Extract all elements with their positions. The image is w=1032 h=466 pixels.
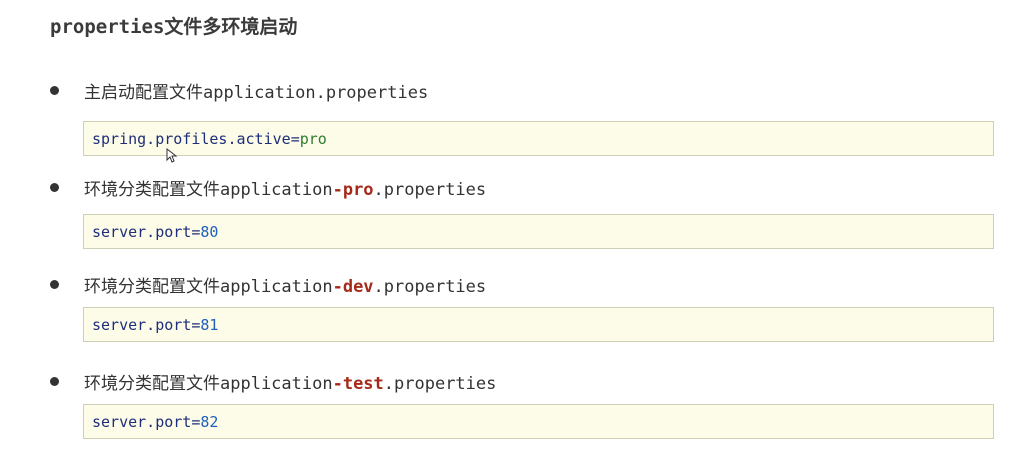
code-equals: =: [191, 222, 201, 241]
bullet-icon: [50, 85, 59, 95]
code-key: server.port: [92, 412, 192, 431]
list-item-label: 环境分类配置文件application-dev.properties: [84, 272, 486, 297]
slide: properties文件多环境启动 主启动配置文件application.pro…: [0, 0, 1032, 466]
filename-prefix: 环境分类配置文件application: [84, 179, 333, 200]
code-block-test-config: server.port = 82: [83, 404, 994, 439]
code-equals: =: [191, 315, 201, 334]
filename-suffix: .properties: [373, 276, 487, 297]
filename-env-highlight: -pro: [332, 179, 374, 200]
filename-suffix: .properties: [315, 82, 429, 103]
list-item-label: 环境分类配置文件application-test.properties: [84, 369, 496, 394]
code-key: server.port: [92, 222, 192, 241]
code-block-main-config: spring.profiles.active = pro: [83, 121, 994, 156]
code-value: 81: [200, 315, 219, 334]
list-item-label: 主启动配置文件application.properties: [84, 78, 428, 103]
code-value: 80: [200, 222, 219, 241]
filename-prefix: 环境分类配置文件application: [84, 373, 333, 394]
code-equals: =: [191, 412, 201, 431]
code-equals: =: [290, 129, 300, 148]
code-key: spring.profiles.active: [92, 129, 291, 148]
list-item-dev-config: 环境分类配置文件application-dev.properties: [50, 272, 486, 297]
bullet-icon: [50, 376, 59, 386]
list-item-pro-config: 环境分类配置文件application-pro.properties: [50, 175, 486, 200]
code-value: 82: [200, 412, 219, 431]
filename-prefix: 主启动配置文件application: [84, 82, 316, 103]
filename-suffix: .properties: [383, 373, 497, 394]
code-block-pro-config: server.port = 80: [83, 214, 994, 249]
page-title: properties文件多环境启动: [50, 16, 298, 38]
list-item-main-config: 主启动配置文件application.properties: [50, 78, 428, 103]
filename-env-highlight: -test: [332, 373, 384, 394]
list-item-test-config: 环境分类配置文件application-test.properties: [50, 369, 496, 394]
list-item-label: 环境分类配置文件application-pro.properties: [84, 175, 486, 200]
code-block-dev-config: server.port = 81: [83, 307, 994, 342]
code-value: pro: [299, 129, 327, 148]
filename-prefix: 环境分类配置文件application: [84, 276, 333, 297]
filename-suffix: .properties: [373, 179, 487, 200]
filename-env-highlight: -dev: [332, 276, 374, 297]
bullet-icon: [50, 279, 59, 289]
bullet-icon: [50, 182, 59, 192]
code-key: server.port: [92, 315, 192, 334]
